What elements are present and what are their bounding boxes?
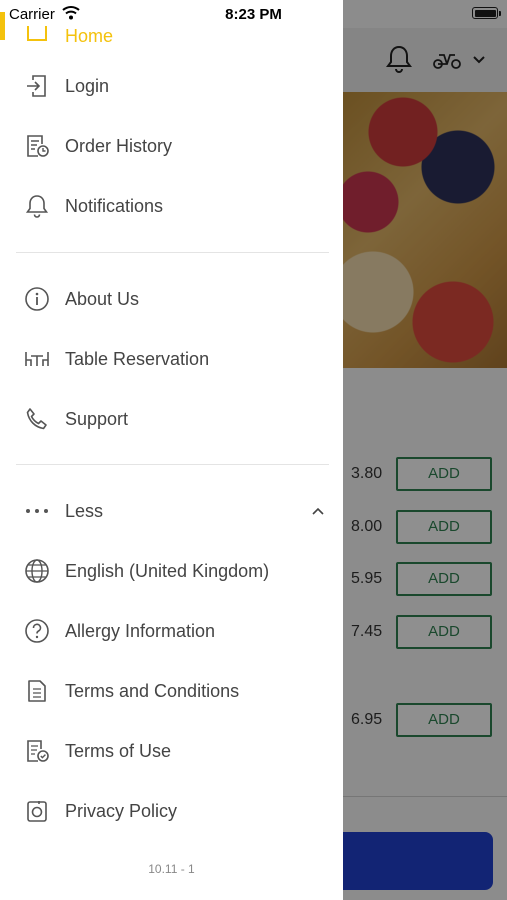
drawer-item-label: Less bbox=[65, 501, 104, 521]
drawer-item-label: Terms of Use bbox=[65, 741, 172, 761]
drawer-item-order-history[interactable]: Order History bbox=[0, 121, 343, 171]
drawer-item-label: Privacy Policy bbox=[65, 801, 178, 821]
bell-icon bbox=[24, 193, 50, 219]
privacy-icon bbox=[24, 798, 50, 824]
document-icon bbox=[24, 678, 50, 704]
drawer-item-label: Home bbox=[65, 26, 114, 46]
divider bbox=[16, 252, 329, 253]
drawer-item-label: Table Reservation bbox=[65, 349, 210, 369]
drawer-item-language[interactable]: English (United Kingdom) bbox=[0, 546, 343, 596]
drawer-item-label: About Us bbox=[65, 289, 140, 309]
drawer-item-login[interactable]: Login bbox=[0, 61, 343, 111]
drawer-item-label: Allergy Information bbox=[65, 621, 216, 641]
chevron-up-icon bbox=[310, 503, 326, 519]
document-check-icon bbox=[24, 738, 50, 764]
app-version: 10.11 - 1 bbox=[148, 862, 195, 876]
drawer-item-privacy-policy[interactable]: Privacy Policy bbox=[0, 786, 343, 836]
globe-icon bbox=[24, 558, 50, 584]
home-icon bbox=[26, 26, 48, 44]
battery-cap bbox=[499, 11, 501, 16]
more-dots-icon bbox=[24, 498, 50, 524]
order-history-icon bbox=[24, 133, 50, 159]
question-icon bbox=[24, 618, 50, 644]
drawer-item-support[interactable]: Support bbox=[0, 394, 343, 444]
battery-icon bbox=[472, 7, 498, 19]
drawer-item-terms-of-use[interactable]: Terms of Use bbox=[0, 726, 343, 776]
divider bbox=[16, 464, 329, 465]
status-bar: Carrier 8:23 PM bbox=[0, 0, 507, 28]
side-drawer: Home Login Order History Notifications A… bbox=[0, 0, 343, 900]
drawer-item-label: Terms and Conditions bbox=[65, 681, 240, 701]
status-time: 8:23 PM bbox=[225, 6, 282, 23]
drawer-item-terms-and-conditions[interactable]: Terms and Conditions bbox=[0, 666, 343, 716]
drawer-item-label: Order History bbox=[65, 136, 173, 156]
table-icon bbox=[24, 346, 50, 372]
drawer-item-table-reservation[interactable]: Table Reservation bbox=[0, 334, 343, 384]
phone-icon bbox=[24, 406, 50, 432]
drawer-item-notifications[interactable]: Notifications bbox=[0, 181, 343, 231]
info-icon bbox=[24, 286, 50, 312]
drawer-item-label: Login bbox=[65, 76, 110, 96]
drawer-item-label: Support bbox=[65, 409, 129, 429]
drawer-item-about-us[interactable]: About Us bbox=[0, 274, 343, 324]
drawer-item-label: Notifications bbox=[65, 196, 164, 216]
drawer-item-label: English (United Kingdom) bbox=[65, 561, 270, 581]
drawer-item-allergy-information[interactable]: Allergy Information bbox=[0, 606, 343, 656]
login-icon bbox=[24, 73, 50, 99]
drawer-less-toggle[interactable]: Less bbox=[0, 486, 343, 536]
